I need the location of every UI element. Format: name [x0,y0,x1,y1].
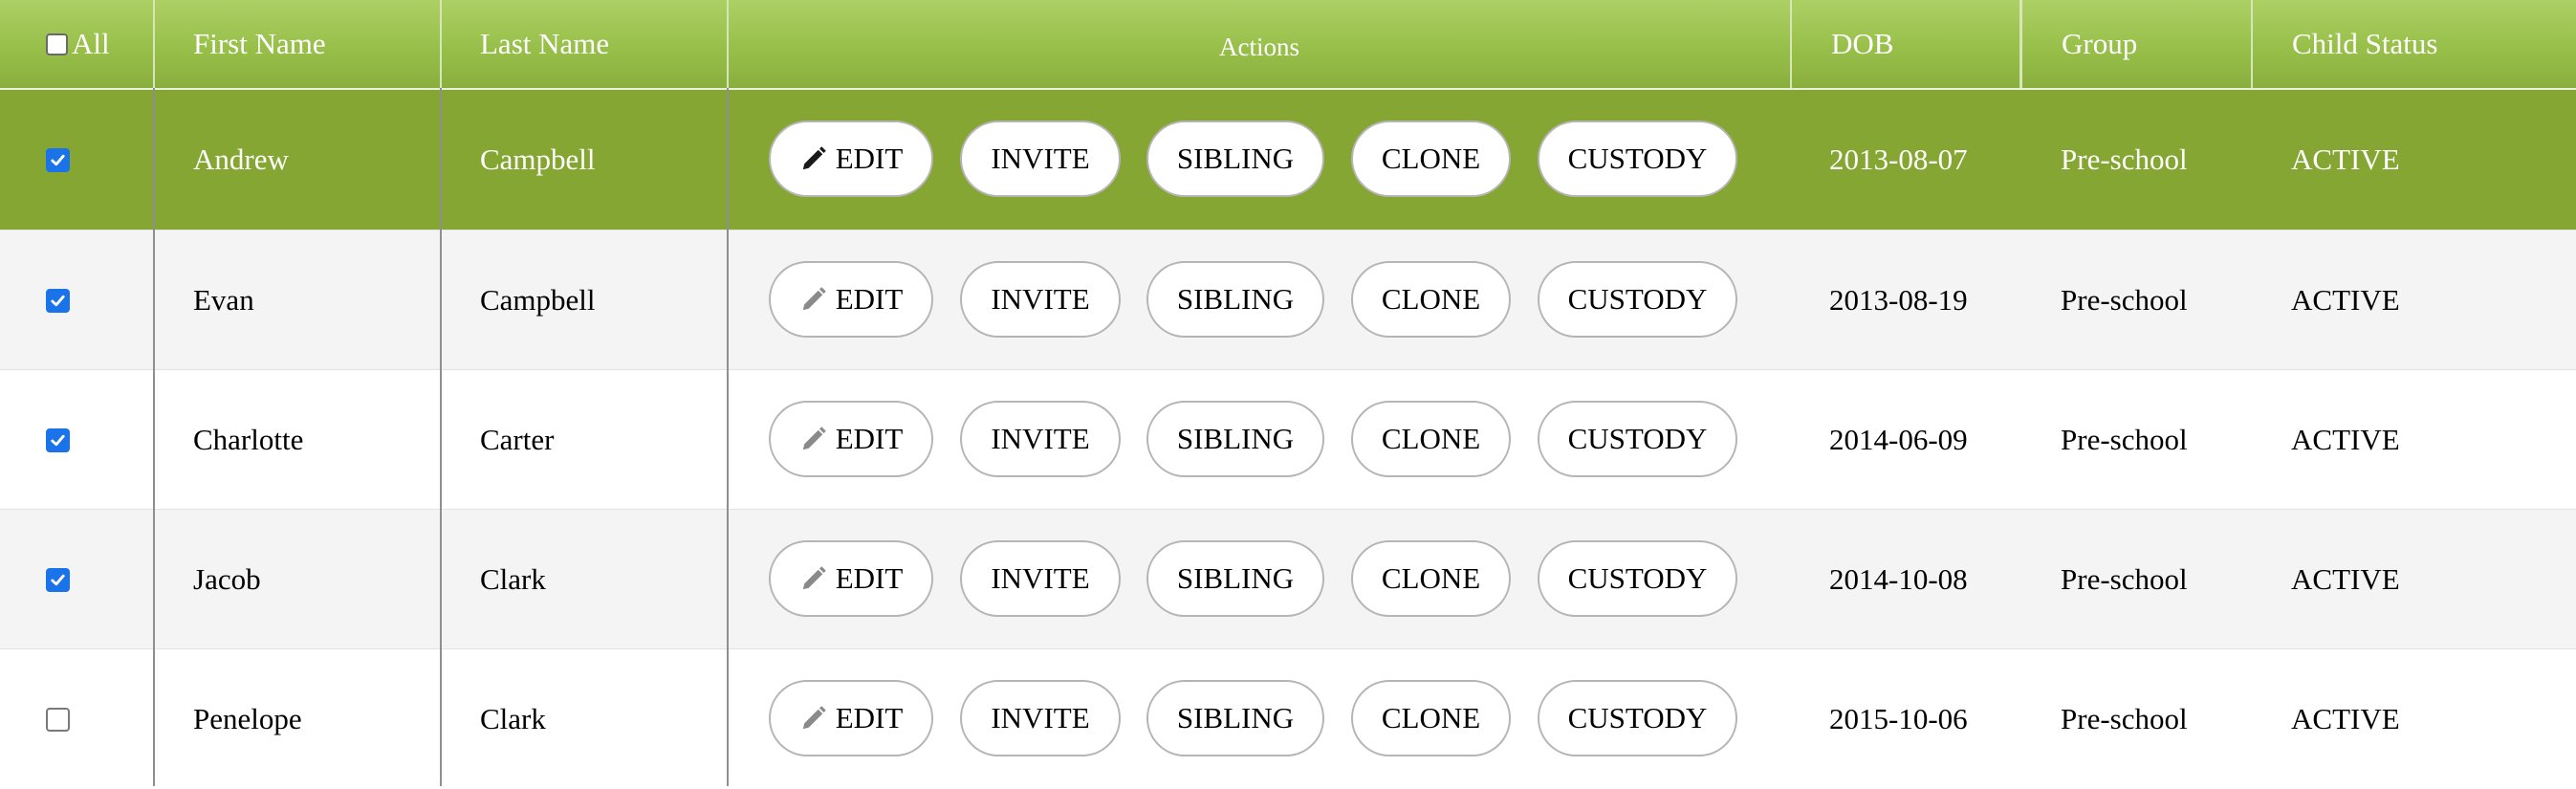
row-checkbox[interactable] [46,147,70,172]
select-all-label: All [72,27,110,60]
children-table: All First Name Last Name Actions DOB Gro… [0,0,2576,788]
row-select-cell [46,649,70,789]
first-name-cell: Andrew [193,142,289,176]
table-row[interactable]: Evan Campbell EDIT INVITE SIBLING CLONE CUSTOD… [0,230,2576,369]
dob-cell: 2015-10-06 [1829,702,1968,735]
dob-cell: 2013-08-19 [1829,283,1968,317]
custody-button[interactable]: CUSTODY [1538,680,1737,756]
column-divider [727,88,729,786]
group-cell: Pre-school [2061,283,2188,317]
clone-button[interactable]: CLONE [1351,121,1511,197]
status-cell: ACTIVE [2291,283,2400,317]
edit-button[interactable]: EDIT [769,540,933,617]
status-cell: ACTIVE [2291,562,2400,596]
select-all-checkbox[interactable] [46,33,68,55]
sibling-button[interactable]: SIBLING [1146,121,1324,197]
edit-button[interactable]: EDIT [769,401,933,477]
clone-button[interactable]: CLONE [1351,401,1511,477]
last-name-cell: Clark [480,702,546,735]
row-checkbox[interactable] [46,427,70,452]
custody-button[interactable]: CUSTODY [1538,261,1737,338]
invite-button[interactable]: INVITE [960,401,1121,477]
table-header: All First Name Last Name Actions DOB Gro… [0,0,2576,90]
row-checkbox[interactable] [46,288,70,313]
column-header-actions: Actions [1219,32,1299,61]
last-name-cell: Clark [480,562,546,596]
status-cell: ACTIVE [2291,702,2400,735]
column-header-dob[interactable]: DOB [1831,0,1893,88]
column-header-group[interactable]: Group [2062,0,2137,88]
custody-button[interactable]: CUSTODY [1538,121,1737,197]
table-row[interactable]: Penelope Clark EDIT INVITE SIBLING CLONE CUSTO… [0,648,2576,788]
group-cell: Pre-school [2061,562,2188,596]
header-divider [153,0,155,88]
select-all-control[interactable]: All [46,0,151,88]
clone-button[interactable]: CLONE [1351,261,1511,338]
custody-button[interactable]: CUSTODY [1538,401,1737,477]
dob-cell: 2014-10-08 [1829,562,1968,596]
header-divider [2019,0,2022,88]
column-header-child-status[interactable]: Child Status [2292,0,2437,88]
invite-button[interactable]: INVITE [960,121,1121,197]
sibling-button[interactable]: SIBLING [1146,261,1324,338]
edit-button-label: EDIT [835,701,904,734]
header-divider [440,0,442,88]
column-header-last-name[interactable]: Last Name [480,0,609,88]
pencil-icon [799,425,828,453]
edit-button-label: EDIT [835,561,904,595]
header-divider [2251,0,2253,88]
edit-button-label: EDIT [835,142,904,175]
edit-button-label: EDIT [835,422,904,455]
first-name-cell: Evan [193,283,254,317]
table-row[interactable]: Jacob Clark EDIT INVITE SIBLING CLONE CUSTODY 2… [0,509,2576,648]
header-divider [1790,0,1792,88]
edit-button[interactable]: EDIT [769,261,933,338]
row-select-cell [46,90,70,230]
status-cell: ACTIVE [2291,142,2400,176]
edit-button[interactable]: EDIT [769,121,933,197]
edit-button-label: EDIT [835,282,904,316]
row-select-cell [46,230,70,370]
sibling-button[interactable]: SIBLING [1146,401,1324,477]
clone-button[interactable]: CLONE [1351,680,1511,756]
row-select-cell [46,370,70,510]
table-row[interactable]: Charlotte Carter EDIT INVITE SIBLING CLONE CUS… [0,369,2576,509]
dob-cell: 2013-08-07 [1829,142,1968,176]
first-name-cell: Charlotte [193,423,304,456]
pencil-icon [799,285,828,314]
edit-button[interactable]: EDIT [769,680,933,756]
invite-button[interactable]: INVITE [960,540,1121,617]
header-divider [727,0,729,88]
invite-button[interactable]: INVITE [960,680,1121,756]
row-checkbox[interactable] [46,707,70,732]
group-cell: Pre-school [2061,702,2188,735]
column-header-first-name[interactable]: First Name [193,0,326,88]
last-name-cell: Carter [480,423,555,456]
column-divider [153,88,155,786]
status-cell: ACTIVE [2291,423,2400,456]
first-name-cell: Penelope [193,702,302,735]
pencil-icon [799,144,828,173]
sibling-button[interactable]: SIBLING [1146,680,1324,756]
last-name-cell: Campbell [480,283,596,317]
pencil-icon [799,704,828,733]
last-name-cell: Campbell [480,142,596,176]
custody-button[interactable]: CUSTODY [1538,540,1737,617]
table-row[interactable]: Andrew Campbell EDIT INVITE SIBLING CLONE CUST… [0,90,2576,230]
first-name-cell: Jacob [193,562,261,596]
dob-cell: 2014-06-09 [1829,423,1968,456]
sibling-button[interactable]: SIBLING [1146,540,1324,617]
row-checkbox[interactable] [46,567,70,592]
row-select-cell [46,510,70,649]
group-cell: Pre-school [2061,423,2188,456]
column-divider [440,88,442,786]
clone-button[interactable]: CLONE [1351,540,1511,617]
invite-button[interactable]: INVITE [960,261,1121,338]
group-cell: Pre-school [2061,142,2188,176]
pencil-icon [799,564,828,593]
